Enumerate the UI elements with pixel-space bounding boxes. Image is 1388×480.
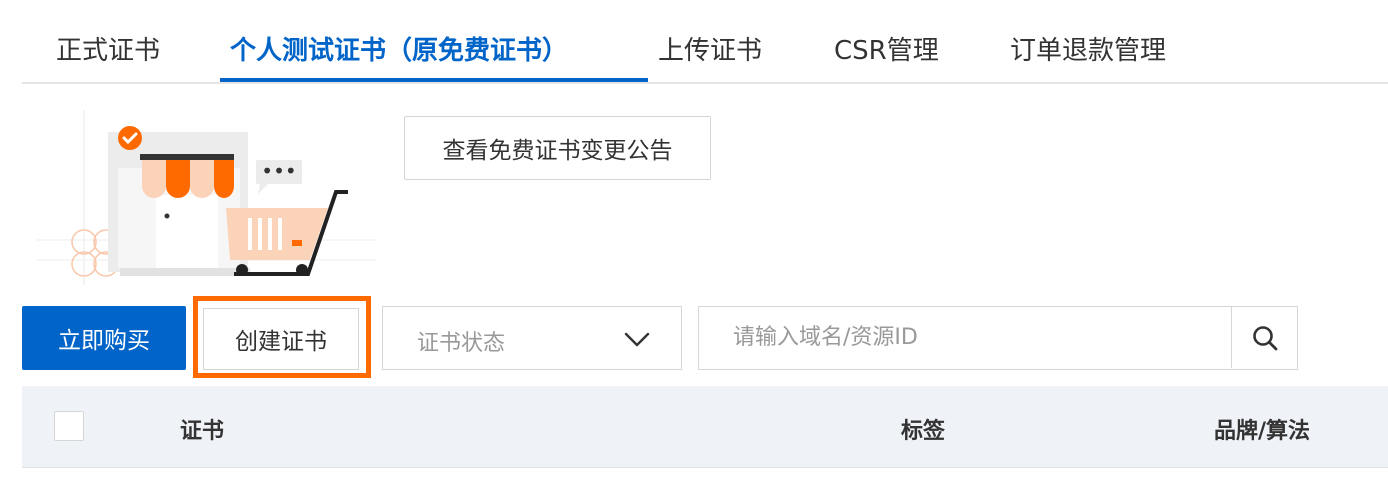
search-icon bbox=[1253, 325, 1278, 350]
create-certificate-highlight: 创建证书 bbox=[193, 296, 371, 378]
tab-formal-certificates[interactable]: 正式证书 bbox=[56, 30, 160, 67]
search-button[interactable] bbox=[1231, 307, 1298, 368]
column-header-certificate[interactable]: 证书 bbox=[180, 413, 224, 445]
tab-order-refund-management[interactable]: 订单退款管理 bbox=[1010, 30, 1166, 67]
column-header-brand-algorithm[interactable]: 品牌/算法 bbox=[1214, 413, 1310, 445]
shop-cart-illustration-graphic: ••• bbox=[36, 110, 376, 285]
domain-resource-search-input[interactable] bbox=[699, 307, 1231, 368]
certificate-status-select[interactable]: 证书状态 bbox=[382, 306, 682, 370]
search-box bbox=[698, 306, 1298, 370]
speech-bubble-dots: ••• bbox=[261, 159, 296, 183]
certificate-status-placeholder: 证书状态 bbox=[417, 331, 506, 356]
table-header: 证书 标签 品牌/算法 bbox=[22, 386, 1388, 468]
view-free-certificate-notice-button[interactable]: 查看免费证书变更公告 bbox=[404, 116, 711, 180]
buy-now-button[interactable]: 立即购买 bbox=[22, 306, 186, 370]
tab-csr-management[interactable]: CSR管理 bbox=[834, 30, 939, 67]
select-all-checkbox[interactable] bbox=[54, 411, 84, 441]
create-certificate-button[interactable]: 创建证书 bbox=[203, 308, 359, 370]
tab-upload-certificate[interactable]: 上传证书 bbox=[658, 30, 762, 67]
column-header-tags[interactable]: 标签 bbox=[901, 413, 945, 445]
tab-personal-test-certificates[interactable]: 个人测试证书（原免费证书） bbox=[230, 30, 568, 67]
active-tab-indicator bbox=[220, 78, 648, 82]
shop-cart-illustration: ••• bbox=[36, 110, 376, 285]
chevron-down-icon bbox=[624, 332, 650, 347]
tab-bar: 正式证书 个人测试证书（原免费证书） 上传证书 CSR管理 订单退款管理 bbox=[22, 0, 1388, 84]
